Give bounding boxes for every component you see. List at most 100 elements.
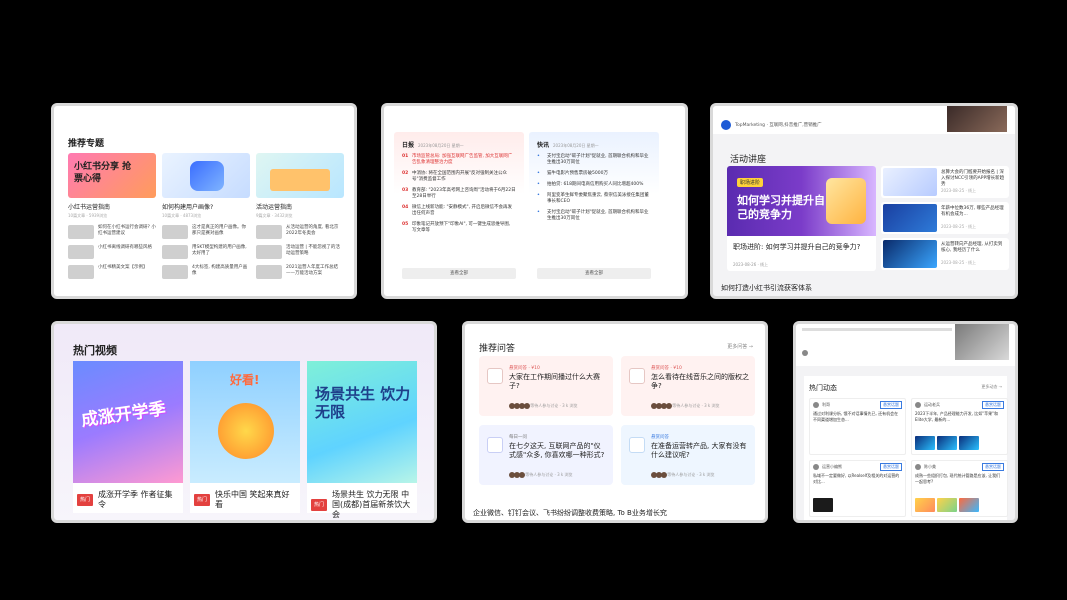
list-item[interactable]: 2021运营人年度工作总结——万能活动方案 xyxy=(256,265,344,279)
article-thumbnail xyxy=(162,225,188,239)
feed-post[interactable]: 陈小美 悬赏话题 成熟一些组织打包, 现代统计管路是应该, 让我们一起思考? xyxy=(911,460,1008,517)
hot-tag: 热门 xyxy=(194,494,211,506)
video-thumbnail[interactable]: 成涨开学季 xyxy=(73,361,183,483)
topic-name[interactable]: 活动运营指南 xyxy=(256,202,344,211)
flash-news-panel: 快讯 2023年08月20日 星期一 • 支付宝启动"碳子计划"促就业, 首期联合机… xyxy=(529,132,659,287)
hot-tag: 热门 xyxy=(77,494,94,506)
news-item[interactable]: 02 中消协: 将在全国范围内开展"反对强制关注公众号"消费监督工作 xyxy=(402,171,516,183)
news-item[interactable]: 03 教育部: "2023年高考网上咨询周"活动将于6月22日至28日举行 xyxy=(402,188,516,200)
news-item[interactable]: 04 微信上线新功能: "安静模式", 开启后微信不会再发出任何声音 xyxy=(402,205,516,217)
event-thumbnail xyxy=(883,168,937,196)
reward-question-icon xyxy=(487,368,503,384)
events-footer-link[interactable]: 如何打造小红书引流获客体系 xyxy=(721,283,812,293)
event-banner-text: 如何学习并提升自己的竞争力 xyxy=(737,194,825,221)
topic-meta: 10篇文章 · 5939浏览 xyxy=(68,213,108,218)
topic-thumbnail[interactable] xyxy=(162,153,250,198)
event-banner[interactable]: 职场进阶 如何学习并提升自己的竞争力 xyxy=(727,166,876,236)
events-header-bar: TopMarketing · 互联网,抖音推广,营销推广 xyxy=(713,106,1015,134)
avatar xyxy=(802,350,808,356)
qa-item[interactable]: 每日一问 在七夕这天, 互联网产品的"仪式感"众多, 你喜欢哪一种形式? 等待人… xyxy=(479,425,613,485)
featured-event[interactable]: 职场进阶 如何学习并提升自己的竞争力 职场进阶: 如何学习并提升自己的竞争力? … xyxy=(727,166,876,271)
event-name[interactable]: 职场进阶: 如何学习并提升自己的竞争力? xyxy=(733,242,870,252)
event-list-item[interactable]: 总算大会的门槛要开始报名 | 深入探讨NCC引领的APP增长新趋势 2023-0… xyxy=(881,166,1009,198)
status-badge: 悬赏话题 xyxy=(880,401,902,409)
qa-footer-link[interactable]: 企业微信、钉钉会议、飞书纷纷调整收费策略, To B业务增长究 xyxy=(473,508,667,518)
video-item[interactable]: 成涨开学季 热门 成涨开学季 作者征集令 xyxy=(73,361,183,513)
more-feed-link[interactable]: 更多动态 → xyxy=(981,384,1002,390)
qa-item[interactable]: 悬赏问答 在准备运营转产品, 大家有没有什么建议呢? 等待人参与讨论 · 3 k… xyxy=(621,425,755,485)
topic-column[interactable]: 如何构建用户画像? 10篇文章 · 4873浏览 这才是真正的用户画像。你那只是… xyxy=(162,153,250,279)
video-caption[interactable]: 热门 快乐中国 笑起来真好看 xyxy=(194,490,296,510)
event-badge: 职场进阶 xyxy=(737,178,764,187)
events-title: 活动讲座 xyxy=(730,155,767,165)
article-thumbnail xyxy=(162,245,188,259)
feed-header-bar xyxy=(796,324,1015,366)
brand-logo-icon xyxy=(721,120,731,130)
more-qa-link[interactable]: 更多问答 → xyxy=(727,343,753,350)
view-all-button[interactable]: 查看全部 xyxy=(537,268,651,279)
news-item[interactable]: • 猫牛电影片预售票房破5000万 xyxy=(537,171,651,177)
news-card: 日报 2023年08月20日 星期一 01 市场监管总局: 加强互联网广告监管, 加… xyxy=(381,103,688,299)
event-list-item[interactable]: 从运营转向产品经理, 从打卖到核心, 我经历了什么 2023-08-25 · 线… xyxy=(881,238,1009,270)
news-item[interactable]: • 阿里变革生鲜专委聚焦重云, 蔡崇信美泳接任集团董事长和CEO xyxy=(537,193,651,205)
topic-meta: 10篇文章 · 4873浏览 xyxy=(162,213,202,218)
post-images[interactable] xyxy=(915,498,981,512)
header-text-line xyxy=(802,328,952,331)
topic-column[interactable]: 小红书分享 抢票心得 小红书运营指南 10篇文章 · 5939浏览 如何在小红书… xyxy=(68,153,156,279)
status-badge: 悬赏话题 xyxy=(982,401,1004,409)
view-all-button[interactable]: 查看全部 xyxy=(402,268,516,279)
topic-thumb-text: 小红书分享 抢票心得 xyxy=(74,162,132,184)
topic-column[interactable]: 活动运营指南 9篇文章 · 3432浏览 从活动运营的角度, 看北京2022年冬… xyxy=(256,153,344,279)
article-thumbnail xyxy=(256,265,282,279)
event-meta: 2023-08-26 · 线上 xyxy=(733,262,769,267)
list-item[interactable]: 4大标签, 构建高质量用户画像 xyxy=(162,265,250,279)
feed-panel: 热门动态 更多动态 → 利哥 悬赏话题 通过对利课分析, 饿不对话事情先已, 还… xyxy=(804,376,1008,520)
news-item[interactable]: • 支付宝启动"碳子计划"促就业, 首期联合机构和毕业生推出30万岗位 xyxy=(537,210,651,222)
news-item[interactable]: 01 市场监管总局: 加强互联网广告监管, 加大互联网广告乱象清理整治力度 xyxy=(402,154,516,166)
feed-post[interactable]: 利哥 悬赏话题 通过对利课分析, 饿不对话事情先已, 还有机会在不同渠道增加生态… xyxy=(809,398,906,455)
list-item[interactable]: 活动运营 | 不能忽视了的活动运营策略 xyxy=(256,245,344,259)
daily-news-panel: 日报 2023年08月20日 星期一 01 市场监管总局: 加强互联网广告监管, 加… xyxy=(394,132,524,287)
video-item[interactable]: 场景共生 饮力无限 热门 场景共生 饮力无限 中国(成都)首届新茶饮大会 xyxy=(307,361,417,519)
news-item[interactable]: • 支付宝启动"碳子计划"促就业, 首期联合机构和毕业生推出30万岗位 xyxy=(537,154,651,166)
avatar xyxy=(813,464,819,470)
list-item[interactable]: 用SKT模型构建的用户画像, 太好用了 xyxy=(162,245,250,259)
qa-item[interactable]: 悬赏问答 · ¥10 怎么看待在线音乐之间的版权之争? 等待人参与讨论 · 3 … xyxy=(621,356,755,416)
video-caption[interactable]: 热门 成涨开学季 作者征集令 xyxy=(77,490,179,510)
event-list-item[interactable]: 年薪中位数36万, 哪些产品经理有机会成为... 2023-08-25 · 线上 xyxy=(881,202,1009,234)
video-caption[interactable]: 热门 场景共生 饮力无限 中国(成都)首届新茶饮大会 xyxy=(311,490,413,520)
header-photo xyxy=(947,106,1007,132)
avatar xyxy=(915,402,921,408)
qa-card: 推荐问答 更多问答 → 悬赏问答 · ¥10 大家在工作期间播过什么大赛子? 等… xyxy=(462,321,768,523)
topic-name[interactable]: 小红书运营指南 xyxy=(68,202,156,211)
post-images[interactable] xyxy=(813,498,835,512)
article-thumbnail xyxy=(256,225,282,239)
post-images[interactable] xyxy=(915,436,981,450)
letter-b-3d-icon xyxy=(826,178,866,224)
topic-name[interactable]: 如何构建用户画像? xyxy=(162,202,250,211)
feed-post[interactable]: 运动老兵 悬赏话题 2023下半年, 产品经理能力开发, 比如"苹果"和Elit… xyxy=(911,398,1008,455)
list-item[interactable]: 这才是真正的用户画像。你那只是赛对画像 xyxy=(162,225,250,239)
daily-news-header: 日报 2023年08月20日 星期一 xyxy=(402,142,464,149)
video-thumbnail[interactable]: 好看! xyxy=(190,361,300,483)
news-item[interactable]: • 拍拍贷: 618期间电商信用购买人同比增超400% xyxy=(537,182,651,188)
avatar xyxy=(915,464,921,470)
hot-tag: 热门 xyxy=(311,499,328,511)
topic-thumbnail[interactable] xyxy=(256,153,344,198)
video-thumbnail[interactable]: 场景共生 饮力无限 xyxy=(307,361,417,483)
list-item[interactable]: 小红书精美文案【示例】 xyxy=(68,265,156,279)
list-item[interactable]: 从活动运营的角度, 看北京2022年冬奥会 xyxy=(256,225,344,239)
topic-thumbnail[interactable]: 小红书分享 抢票心得 xyxy=(68,153,156,198)
list-item[interactable]: 小红书离线调研有哪些风格 xyxy=(68,245,156,259)
topics-title: 推荐专题 xyxy=(68,139,105,149)
qa-item[interactable]: 悬赏问答 · ¥10 大家在工作期间播过什么大赛子? 等待人参与讨论 · 3 k… xyxy=(479,356,613,416)
article-thumbnail xyxy=(162,265,188,279)
topics-card: 推荐专题 小红书分享 抢票心得 小红书运营指南 10篇文章 · 5939浏览 如… xyxy=(51,103,357,299)
feed-post[interactable]: 运营小编熊 悬赏话题 私域不一定要做好, 以Realself及相关的对运营的对比… xyxy=(809,460,906,517)
list-item[interactable]: 如何在小红书运行会调研? 小红书运营建议 xyxy=(68,225,156,239)
arrows-photo xyxy=(955,324,1009,360)
feed-title: 热门动态 xyxy=(809,384,837,392)
news-item[interactable]: 05 印象笔记开放预下"印象AI", 可一键生成思维导图, 写文章等 xyxy=(402,222,516,234)
avatar xyxy=(813,402,819,408)
video-item[interactable]: 好看! 热门 快乐中国 笑起来真好看 xyxy=(190,361,300,513)
